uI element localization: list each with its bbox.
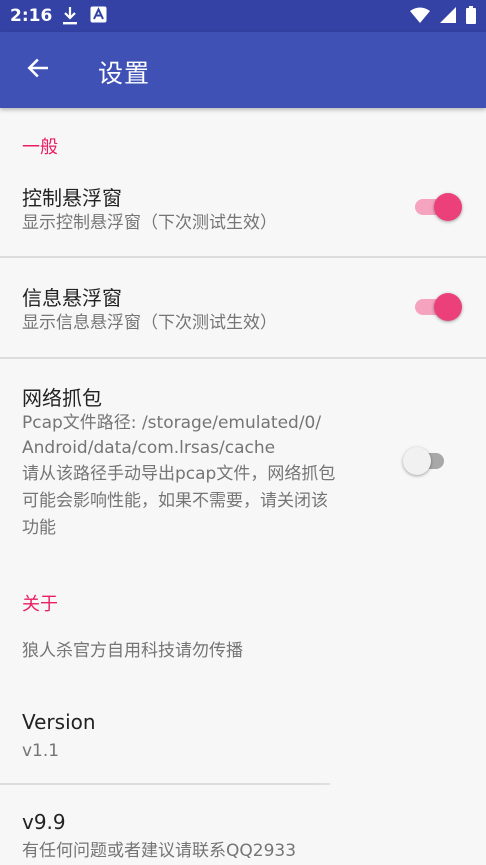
back-button[interactable] [14,46,62,94]
info-floating-window-switch[interactable] [412,292,462,322]
arrow-left-icon [25,55,51,85]
wifi-icon [410,7,430,28]
app-bar: 设置 [0,32,486,108]
status-bar: 2:16 [0,0,486,32]
divider [0,256,486,258]
notification-icons [62,6,107,31]
pref-summary-line: Pcap文件路径: /storage/emulated/0/ [22,413,322,433]
pref-title: v9.9 [22,810,66,834]
system-icons [410,6,476,29]
pref-summary: v1.1 [22,741,60,761]
status-time: 2:16 [10,6,53,26]
pref-summary-line: 功能 [22,518,56,538]
pref-summary: 显示控制悬浮窗（下次测试生效） [22,213,277,233]
download-icon [62,6,78,31]
pref-title: 控制悬浮窗 [22,186,122,210]
control-floating-window-switch[interactable] [412,192,462,222]
pref-control-floating-window[interactable]: 控制悬浮窗 显示控制悬浮窗（下次测试生效） [0,170,486,256]
pref-summary-line: Android/data/com.lrsas/cache [22,438,276,458]
page-title: 设置 [98,59,151,88]
pref-title: Version [22,710,96,734]
pref-summary-line: 请从该路径手动导出pcap文件，网络抓包 [22,464,336,484]
pref-info-floating-window[interactable]: 信息悬浮窗 显示信息悬浮窗（下次测试生效） [0,270,486,356]
pref-network-capture[interactable]: 网络抓包 Pcap文件路径: /storage/emulated/0/ Andr… [0,372,486,552]
category-general: 一般 [22,137,58,158]
divider [0,357,486,359]
signal-icon [440,7,456,28]
pref-title: 网络抓包 [22,386,102,410]
pref-summary-line: 可能会影响性能，如果不需要，请关闭该 [22,491,328,511]
divider [0,783,330,785]
pref-title: 信息悬浮窗 [22,286,122,310]
pref-summary: 有任何问题或者建议请联系QQ2933 [22,841,297,861]
about-notice: 狼人杀官方自用科技请勿传播 [22,641,243,661]
network-capture-switch[interactable] [403,446,453,476]
edge-fade-overlay [316,760,486,864]
category-about: 关于 [22,594,58,615]
battery-icon [466,6,476,29]
pref-summary: 显示信息悬浮窗（下次测试生效） [22,313,277,333]
a-badge-icon [90,6,107,31]
